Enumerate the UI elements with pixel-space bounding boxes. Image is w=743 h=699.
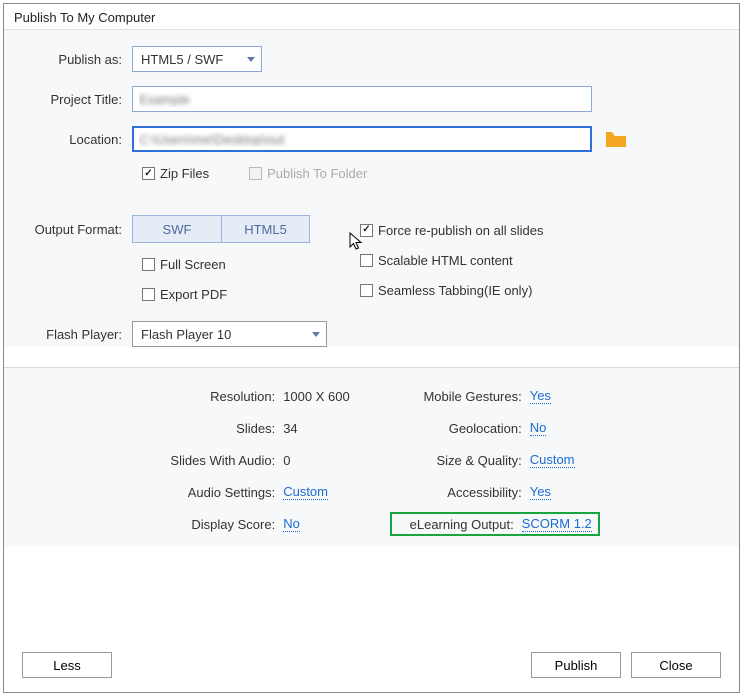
publish-dialog: Publish To My Computer Publish as: HTML5… bbox=[3, 3, 740, 693]
checkbox-icon bbox=[142, 167, 155, 180]
scalable-html-checkbox[interactable]: Scalable HTML content bbox=[360, 253, 513, 268]
resolution-value: 1000 X 600 bbox=[283, 389, 350, 404]
zip-files-label: Zip Files bbox=[160, 166, 209, 181]
full-screen-checkbox[interactable]: Full Screen bbox=[142, 257, 226, 272]
close-button[interactable]: Close bbox=[631, 652, 721, 678]
publish-button[interactable]: Publish bbox=[531, 652, 621, 678]
flash-player-value: Flash Player 10 bbox=[141, 327, 231, 342]
full-screen-label: Full Screen bbox=[160, 257, 226, 272]
export-pdf-label: Export PDF bbox=[160, 287, 227, 302]
audio-settings-label: Audio Settings: bbox=[143, 485, 283, 500]
publish-to-folder-label: Publish To Folder bbox=[267, 166, 367, 181]
slides-value: 34 bbox=[283, 421, 297, 436]
checkbox-icon bbox=[249, 167, 262, 180]
flash-player-select[interactable]: Flash Player 10 bbox=[132, 321, 327, 347]
zip-files-checkbox[interactable]: Zip Files bbox=[142, 166, 209, 181]
scalable-html-label: Scalable HTML content bbox=[378, 253, 513, 268]
force-republish-checkbox[interactable]: Force re-publish on all slides bbox=[360, 223, 543, 238]
output-format-toggle: SWF HTML5 bbox=[132, 215, 310, 243]
flash-player-label: Flash Player: bbox=[32, 327, 132, 342]
slides-audio-value: 0 bbox=[283, 453, 290, 468]
slides-label: Slides: bbox=[143, 421, 283, 436]
elearning-highlight: eLearning Output: SCORM 1.2 bbox=[390, 512, 600, 536]
elearning-label: eLearning Output: bbox=[394, 517, 522, 532]
mobile-gestures-link[interactable]: Yes bbox=[530, 388, 551, 404]
seamless-tabbing-label: Seamless Tabbing(IE only) bbox=[378, 283, 532, 298]
display-score-label: Display Score: bbox=[143, 517, 283, 532]
audio-settings-link[interactable]: Custom bbox=[283, 484, 328, 500]
folder-icon[interactable] bbox=[606, 132, 626, 147]
publish-as-label: Publish as: bbox=[32, 52, 132, 67]
seamless-tabbing-checkbox[interactable]: Seamless Tabbing(IE only) bbox=[360, 283, 532, 298]
checkbox-icon bbox=[142, 288, 155, 301]
project-title-label: Project Title: bbox=[32, 92, 132, 107]
publish-as-value: HTML5 / SWF bbox=[141, 52, 223, 67]
checkbox-icon bbox=[360, 254, 373, 267]
size-quality-label: Size & Quality: bbox=[390, 453, 530, 468]
force-republish-label: Force re-publish on all slides bbox=[378, 223, 543, 238]
dialog-footer: Less Publish Close bbox=[4, 652, 739, 678]
location-label: Location: bbox=[32, 132, 132, 147]
checkbox-icon bbox=[360, 284, 373, 297]
info-section: Resolution: 1000 X 600 Slides: 34 Slides… bbox=[4, 368, 739, 546]
export-pdf-checkbox[interactable]: Export PDF bbox=[142, 287, 227, 302]
elearning-link[interactable]: SCORM 1.2 bbox=[522, 516, 592, 532]
size-quality-link[interactable]: Custom bbox=[530, 452, 575, 468]
checkbox-icon bbox=[142, 258, 155, 271]
dialog-titlebar: Publish To My Computer bbox=[4, 4, 739, 30]
project-title-input[interactable] bbox=[132, 86, 592, 112]
accessibility-label: Accessibility: bbox=[390, 485, 530, 500]
swf-toggle[interactable]: SWF bbox=[133, 216, 221, 242]
accessibility-link[interactable]: Yes bbox=[530, 484, 551, 500]
display-score-link[interactable]: No bbox=[283, 516, 300, 532]
publish-to-folder-checkbox: Publish To Folder bbox=[249, 166, 367, 181]
location-input[interactable] bbox=[132, 126, 592, 152]
geolocation-label: Geolocation: bbox=[390, 421, 530, 436]
html5-toggle[interactable]: HTML5 bbox=[221, 216, 309, 242]
dialog-title: Publish To My Computer bbox=[14, 10, 155, 25]
less-button[interactable]: Less bbox=[22, 652, 112, 678]
resolution-label: Resolution: bbox=[143, 389, 283, 404]
publish-as-select[interactable]: HTML5 / SWF bbox=[132, 46, 262, 72]
chevron-down-icon bbox=[312, 332, 320, 337]
output-format-label: Output Format: bbox=[32, 222, 132, 237]
dialog-content: Publish as: HTML5 / SWF Project Title: L… bbox=[4, 30, 739, 347]
slides-audio-label: Slides With Audio: bbox=[143, 453, 283, 468]
geolocation-link[interactable]: No bbox=[530, 420, 547, 436]
checkbox-icon bbox=[360, 224, 373, 237]
mobile-gestures-label: Mobile Gestures: bbox=[390, 389, 530, 404]
chevron-down-icon bbox=[247, 57, 255, 62]
